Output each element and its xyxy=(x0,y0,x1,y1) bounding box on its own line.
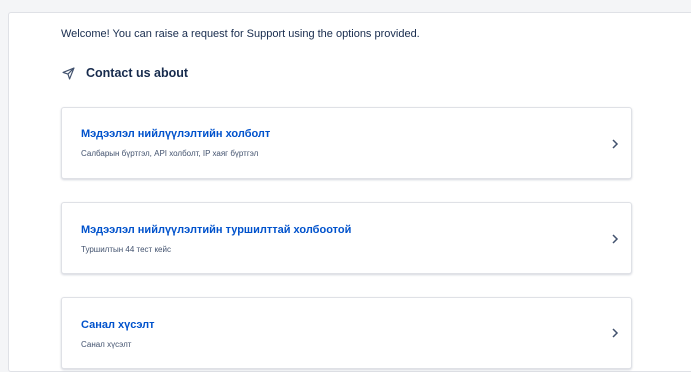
request-type-card[interactable]: Мэдээлэл нийлүүлэлтийн туршилттай холбоо… xyxy=(61,202,632,274)
request-type-card[interactable]: Мэдээлэл нийлүүлэлтийн холболт Салбарын … xyxy=(61,107,632,179)
request-type-description: Санал хүсэлт xyxy=(81,340,132,349)
chevron-right-icon xyxy=(611,137,619,155)
request-type-description: Салбарын бүртгэл, API холболт, IP хаяг б… xyxy=(81,149,259,158)
section-title: Contact us about xyxy=(86,66,189,80)
request-type-description: Туршилтын 44 тест кейс xyxy=(81,245,171,254)
request-type-title: Мэдээлэл нийлүүлэлтийн холболт xyxy=(81,128,271,140)
send-icon xyxy=(62,66,75,80)
chevron-right-icon xyxy=(611,326,619,344)
section-header: Contact us about xyxy=(62,66,188,80)
welcome-message: Welcome! You can raise a request for Sup… xyxy=(61,28,420,40)
request-type-title: Мэдээлэл нийлүүлэлтийн туршилттай холбоо… xyxy=(81,224,352,236)
request-type-title: Санал хүсэлт xyxy=(81,319,155,331)
request-type-card[interactable]: Санал хүсэлт Санал хүсэлт xyxy=(61,297,632,369)
chevron-right-icon xyxy=(611,232,619,250)
